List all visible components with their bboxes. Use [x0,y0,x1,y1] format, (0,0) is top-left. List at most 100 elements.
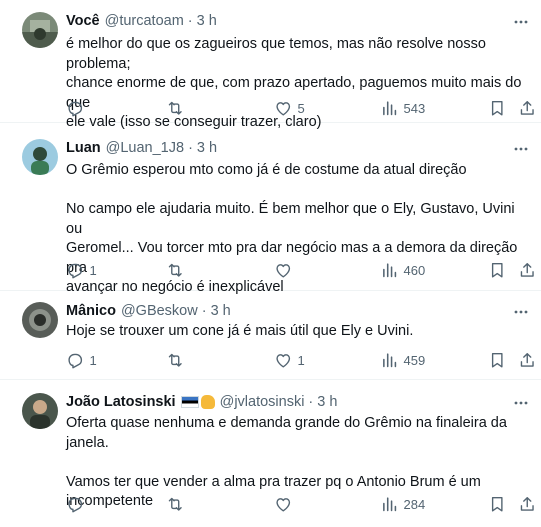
share-button[interactable] [518,96,537,120]
share-icon [520,352,534,367]
avatar[interactable] [22,12,58,48]
more-dots-icon [514,401,528,405]
tweet-header: Mânico @GBeskow · 3 h [66,301,231,321]
views-chart-icon [383,353,397,367]
views-button[interactable]: 459 [380,348,425,372]
heart-icon [276,353,291,368]
view-count: 460 [403,262,426,278]
retweet-button[interactable] [166,258,190,282]
bookmark-button[interactable] [488,96,507,120]
more-dots-icon [514,147,528,151]
bookmark-button[interactable] [488,492,507,516]
separator: · [187,13,193,29]
more-options-button[interactable] [511,139,531,159]
timestamp[interactable]: 3 h [197,13,217,29]
reply-button[interactable] [66,96,90,120]
like-button[interactable]: 1 [274,348,305,372]
share-icon [520,100,534,115]
heart-icon [276,497,291,512]
retweet-icon [168,497,182,511]
reply-icon [68,263,83,279]
tweet-header: Luan @Luan_1J8 · 3 h [66,138,217,158]
tweet[interactable]: Luan @Luan_1J8 · 3 h O Grêmio esperou mt… [0,123,541,295]
like-count: 1 [297,352,305,368]
share-button[interactable] [518,348,537,372]
clapping-hand-icon [200,395,215,409]
share-icon [520,262,534,277]
like-button[interactable] [274,258,298,282]
more-options-button[interactable] [511,302,531,322]
bookmark-icon [491,262,503,278]
author-handle[interactable]: @Luan_1J8 [106,140,184,156]
views-button[interactable]: 543 [380,96,425,120]
tweet[interactable]: Mânico @GBeskow · 3 h Hoje se trouxer um… [0,291,541,380]
author-name[interactable]: Você [66,13,100,29]
reply-button[interactable]: 1 [66,348,97,372]
view-count: 284 [403,496,426,512]
share-icon [520,496,534,511]
reply-button[interactable]: 1 [66,258,97,282]
avatar[interactable] [22,393,58,429]
timestamp[interactable]: 3 h [317,394,337,410]
reply-icon [68,497,83,513]
timestamp[interactable]: 3 h [211,303,231,319]
more-options-button[interactable] [511,12,531,32]
heart-icon [276,263,291,278]
bookmark-button[interactable] [488,348,507,372]
retweet-button[interactable] [166,348,190,372]
more-dots-icon [514,20,528,24]
like-count: 5 [297,100,305,116]
reply-button[interactable] [66,492,90,516]
share-button[interactable] [518,258,537,282]
avatar-image [22,302,58,338]
avatar-image [22,393,58,429]
like-button[interactable] [274,492,298,516]
tweet[interactable]: Você @turcatoam · 3 h é melhor do que os… [0,0,541,130]
reply-icon [68,353,83,369]
like-button[interactable]: 5 [274,96,305,120]
reply-count: 1 [89,262,97,278]
tweet-header: João Latosinski @jvlatosinski · 3 h [66,392,337,412]
more-dots-icon [514,310,528,314]
view-count: 459 [403,352,426,368]
bookmark-button[interactable] [488,258,507,282]
estonia-flag-icon [180,396,199,408]
views-chart-icon [383,263,397,277]
retweet-icon [168,263,182,277]
tweet-actions: 284 [58,492,534,516]
tweet-actions: 1 1 459 [58,348,534,372]
tweet-text: Hoje se trouxer um cone já é mais útil q… [66,323,414,339]
tweet-feed: Você @turcatoam · 3 h é melhor do que os… [0,0,541,527]
tweet-header: Você @turcatoam · 3 h [66,11,217,31]
author-name[interactable]: Luan [66,140,101,156]
bookmark-icon [491,496,503,512]
retweet-button[interactable] [166,96,190,120]
more-options-button[interactable] [511,393,531,413]
avatar[interactable] [22,302,58,338]
timestamp[interactable]: 3 h [197,140,217,156]
retweet-button[interactable] [166,492,190,516]
views-chart-icon [383,101,397,115]
retweet-icon [168,353,182,367]
author-handle[interactable]: @jvlatosinski [220,394,305,410]
author-name[interactable]: João Latosinski [66,394,176,410]
avatar[interactable] [22,139,58,175]
views-button[interactable]: 284 [380,492,425,516]
author-handle[interactable]: @GBeskow [121,303,198,319]
heart-icon [276,101,291,116]
views-chart-icon [383,497,397,511]
tweet[interactable]: João Latosinski @jvlatosinski · 3 h Ofer… [0,380,541,527]
separator: · [188,140,193,156]
bookmark-icon [491,352,503,368]
reply-count: 1 [89,352,97,368]
bookmark-icon [491,100,503,116]
retweet-icon [168,101,182,115]
avatar-image [22,12,58,48]
views-button[interactable]: 460 [380,258,425,282]
share-button[interactable] [518,492,537,516]
author-name[interactable]: Mânico [66,303,116,319]
view-count: 543 [403,100,426,116]
avatar-image [22,139,58,175]
author-handle[interactable]: @turcatoam [105,13,184,29]
separator: · [201,303,207,319]
